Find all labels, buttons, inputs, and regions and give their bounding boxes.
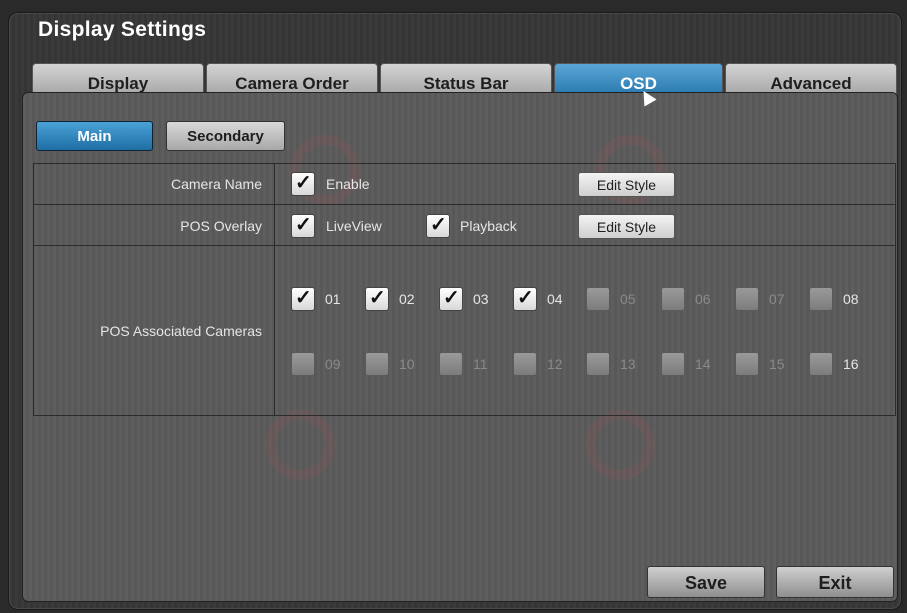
pos-overlay-playback-label: Playback: [460, 218, 517, 234]
camera-number-label: 08: [843, 291, 859, 307]
camera-name-edit-style-button[interactable]: Edit Style: [578, 172, 675, 197]
camera-name-enable-checkbox[interactable]: ✓: [291, 172, 315, 196]
camera-number-label: 09: [325, 356, 341, 372]
checkmark-icon: ✓: [443, 287, 460, 309]
checkmark-icon: ✓: [295, 172, 312, 194]
camera-number-label: 14: [695, 356, 711, 372]
subtab-secondary[interactable]: Secondary: [166, 121, 285, 151]
pos-overlay-liveview-checkbox[interactable]: ✓: [291, 214, 315, 238]
pos-overlay-edit-style-button[interactable]: Edit Style: [578, 214, 675, 239]
exit-button[interactable]: Exit: [776, 566, 894, 598]
camera-number-label: 13: [620, 356, 636, 372]
camera-checkbox[interactable]: [661, 287, 685, 311]
camera-name-enable-label: Enable: [326, 176, 370, 192]
camera-number-label: 16: [843, 356, 859, 372]
subtab-main[interactable]: Main: [36, 121, 153, 151]
save-button[interactable]: Save: [647, 566, 765, 598]
camera-name-label: Camera Name: [170, 176, 262, 192]
camera-checkbox[interactable]: [586, 287, 610, 311]
row-divider: [33, 245, 896, 246]
row-divider: [33, 204, 896, 205]
checkmark-icon: ✓: [295, 214, 312, 236]
camera-number-label: 10: [399, 356, 415, 372]
pos-associated-cameras-label: POS Associated Cameras: [100, 323, 262, 339]
camera-checkbox[interactable]: [661, 352, 685, 376]
camera-checkbox[interactable]: [586, 352, 610, 376]
camera-number-label: 06: [695, 291, 711, 307]
camera-checkbox[interactable]: [365, 352, 389, 376]
checkmark-icon: ✓: [369, 287, 386, 309]
camera-number-label: 05: [620, 291, 636, 307]
camera-checkbox[interactable]: [809, 352, 833, 376]
camera-checkbox[interactable]: ✓: [291, 287, 315, 311]
camera-number-label: 07: [769, 291, 785, 307]
camera-number-label: 02: [399, 291, 415, 307]
checkmark-icon: ✓: [430, 214, 447, 236]
pos-overlay-playback-checkbox[interactable]: ✓: [426, 214, 450, 238]
camera-number-label: 04: [547, 291, 563, 307]
camera-number-label: 01: [325, 291, 341, 307]
camera-number-label: 03: [473, 291, 489, 307]
osd-settings-table: [33, 163, 896, 416]
camera-checkbox[interactable]: [809, 287, 833, 311]
camera-number-label: 12: [547, 356, 563, 372]
camera-checkbox[interactable]: [735, 352, 759, 376]
camera-number-label: 15: [769, 356, 785, 372]
window-title: Display Settings: [38, 18, 207, 41]
camera-number-label: 11: [473, 356, 488, 372]
camera-checkbox[interactable]: [735, 287, 759, 311]
camera-checkbox[interactable]: ✓: [513, 287, 537, 311]
column-divider: [274, 163, 275, 416]
camera-checkbox[interactable]: ✓: [439, 287, 463, 311]
camera-checkbox[interactable]: [439, 352, 463, 376]
pos-overlay-liveview-label: LiveView: [326, 218, 382, 234]
checkmark-icon: ✓: [295, 287, 312, 309]
camera-checkbox[interactable]: ✓: [365, 287, 389, 311]
camera-checkbox[interactable]: [291, 352, 315, 376]
checkmark-icon: ✓: [517, 287, 534, 309]
camera-checkbox[interactable]: [513, 352, 537, 376]
pos-overlay-label: POS Overlay: [180, 218, 262, 234]
